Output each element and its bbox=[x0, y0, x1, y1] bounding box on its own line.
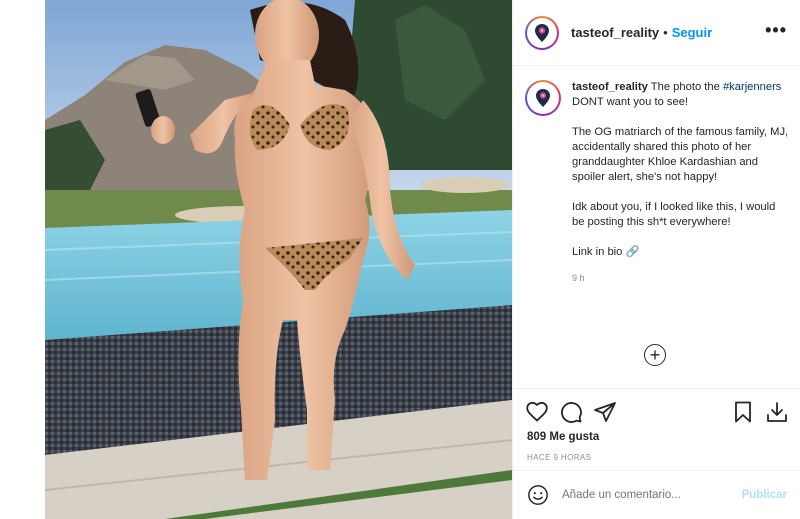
link-in-bio-text: Link in bio bbox=[572, 246, 623, 258]
caption-rest: DONT want you to see! bbox=[572, 96, 689, 108]
caption-username[interactable]: tasteof_reality bbox=[572, 81, 648, 93]
post-window: tasteof_reality • Seguir ••• tasteof_rea… bbox=[0, 0, 800, 519]
caption-paragraph-2: The OG matriarch of the famous family, M… bbox=[572, 126, 789, 183]
smiley-icon[interactable] bbox=[527, 484, 549, 506]
download-icon[interactable] bbox=[765, 400, 789, 424]
post-photo[interactable] bbox=[45, 0, 512, 519]
publish-button[interactable]: Publicar bbox=[742, 489, 787, 501]
caption-section: tasteof_reality The photo the #karjenner… bbox=[513, 66, 800, 388]
post-time-ago: HACE 9 HORAS bbox=[527, 453, 592, 462]
heart-icon[interactable] bbox=[525, 400, 549, 424]
link-emoji-icon: 🔗 bbox=[625, 246, 640, 258]
caption-avatar[interactable] bbox=[525, 80, 561, 116]
add-comment-bar: Publicar bbox=[513, 470, 800, 519]
location-pin-logo-icon bbox=[527, 17, 557, 48]
comment-icon[interactable] bbox=[559, 400, 583, 424]
hashtag-link[interactable]: #karjenners bbox=[723, 81, 781, 93]
post-header: tasteof_reality • Seguir ••• bbox=[513, 0, 800, 66]
follow-button[interactable]: Seguir bbox=[672, 25, 712, 40]
caption-comment: tasteof_reality The photo the #karjenner… bbox=[525, 80, 789, 286]
left-gutter bbox=[0, 0, 45, 519]
caption-time: 9 h bbox=[572, 273, 585, 283]
caption-paragraph-3: Idk about you, if I looked like this, I … bbox=[572, 201, 776, 228]
post-image bbox=[45, 0, 512, 519]
caption-intro: The photo the bbox=[650, 81, 720, 93]
paper-plane-icon[interactable] bbox=[593, 400, 617, 424]
caption-first-paragraph: tasteof_reality The photo the #karjenner… bbox=[572, 80, 789, 110]
header-separator: • bbox=[663, 25, 668, 40]
bookmark-icon[interactable] bbox=[731, 400, 755, 424]
avatar[interactable] bbox=[525, 15, 559, 50]
actions-section: 809 Me gusta HACE 9 HORAS bbox=[513, 388, 800, 470]
header-username[interactable]: tasteof_reality bbox=[571, 25, 659, 40]
comment-input[interactable] bbox=[562, 489, 732, 501]
like-count[interactable]: 809 Me gusta bbox=[527, 431, 599, 443]
location-pin-logo-icon bbox=[527, 82, 559, 114]
action-icons bbox=[525, 400, 789, 424]
load-more-comments-button[interactable]: + bbox=[644, 344, 666, 366]
caption-text: tasteof_reality The photo the #karjenner… bbox=[572, 80, 789, 286]
post-side-panel: tasteof_reality • Seguir ••• tasteof_rea… bbox=[512, 0, 800, 519]
more-options-button[interactable]: ••• bbox=[765, 21, 787, 39]
caption-paragraph-4: Link in bio 🔗 bbox=[572, 245, 789, 260]
